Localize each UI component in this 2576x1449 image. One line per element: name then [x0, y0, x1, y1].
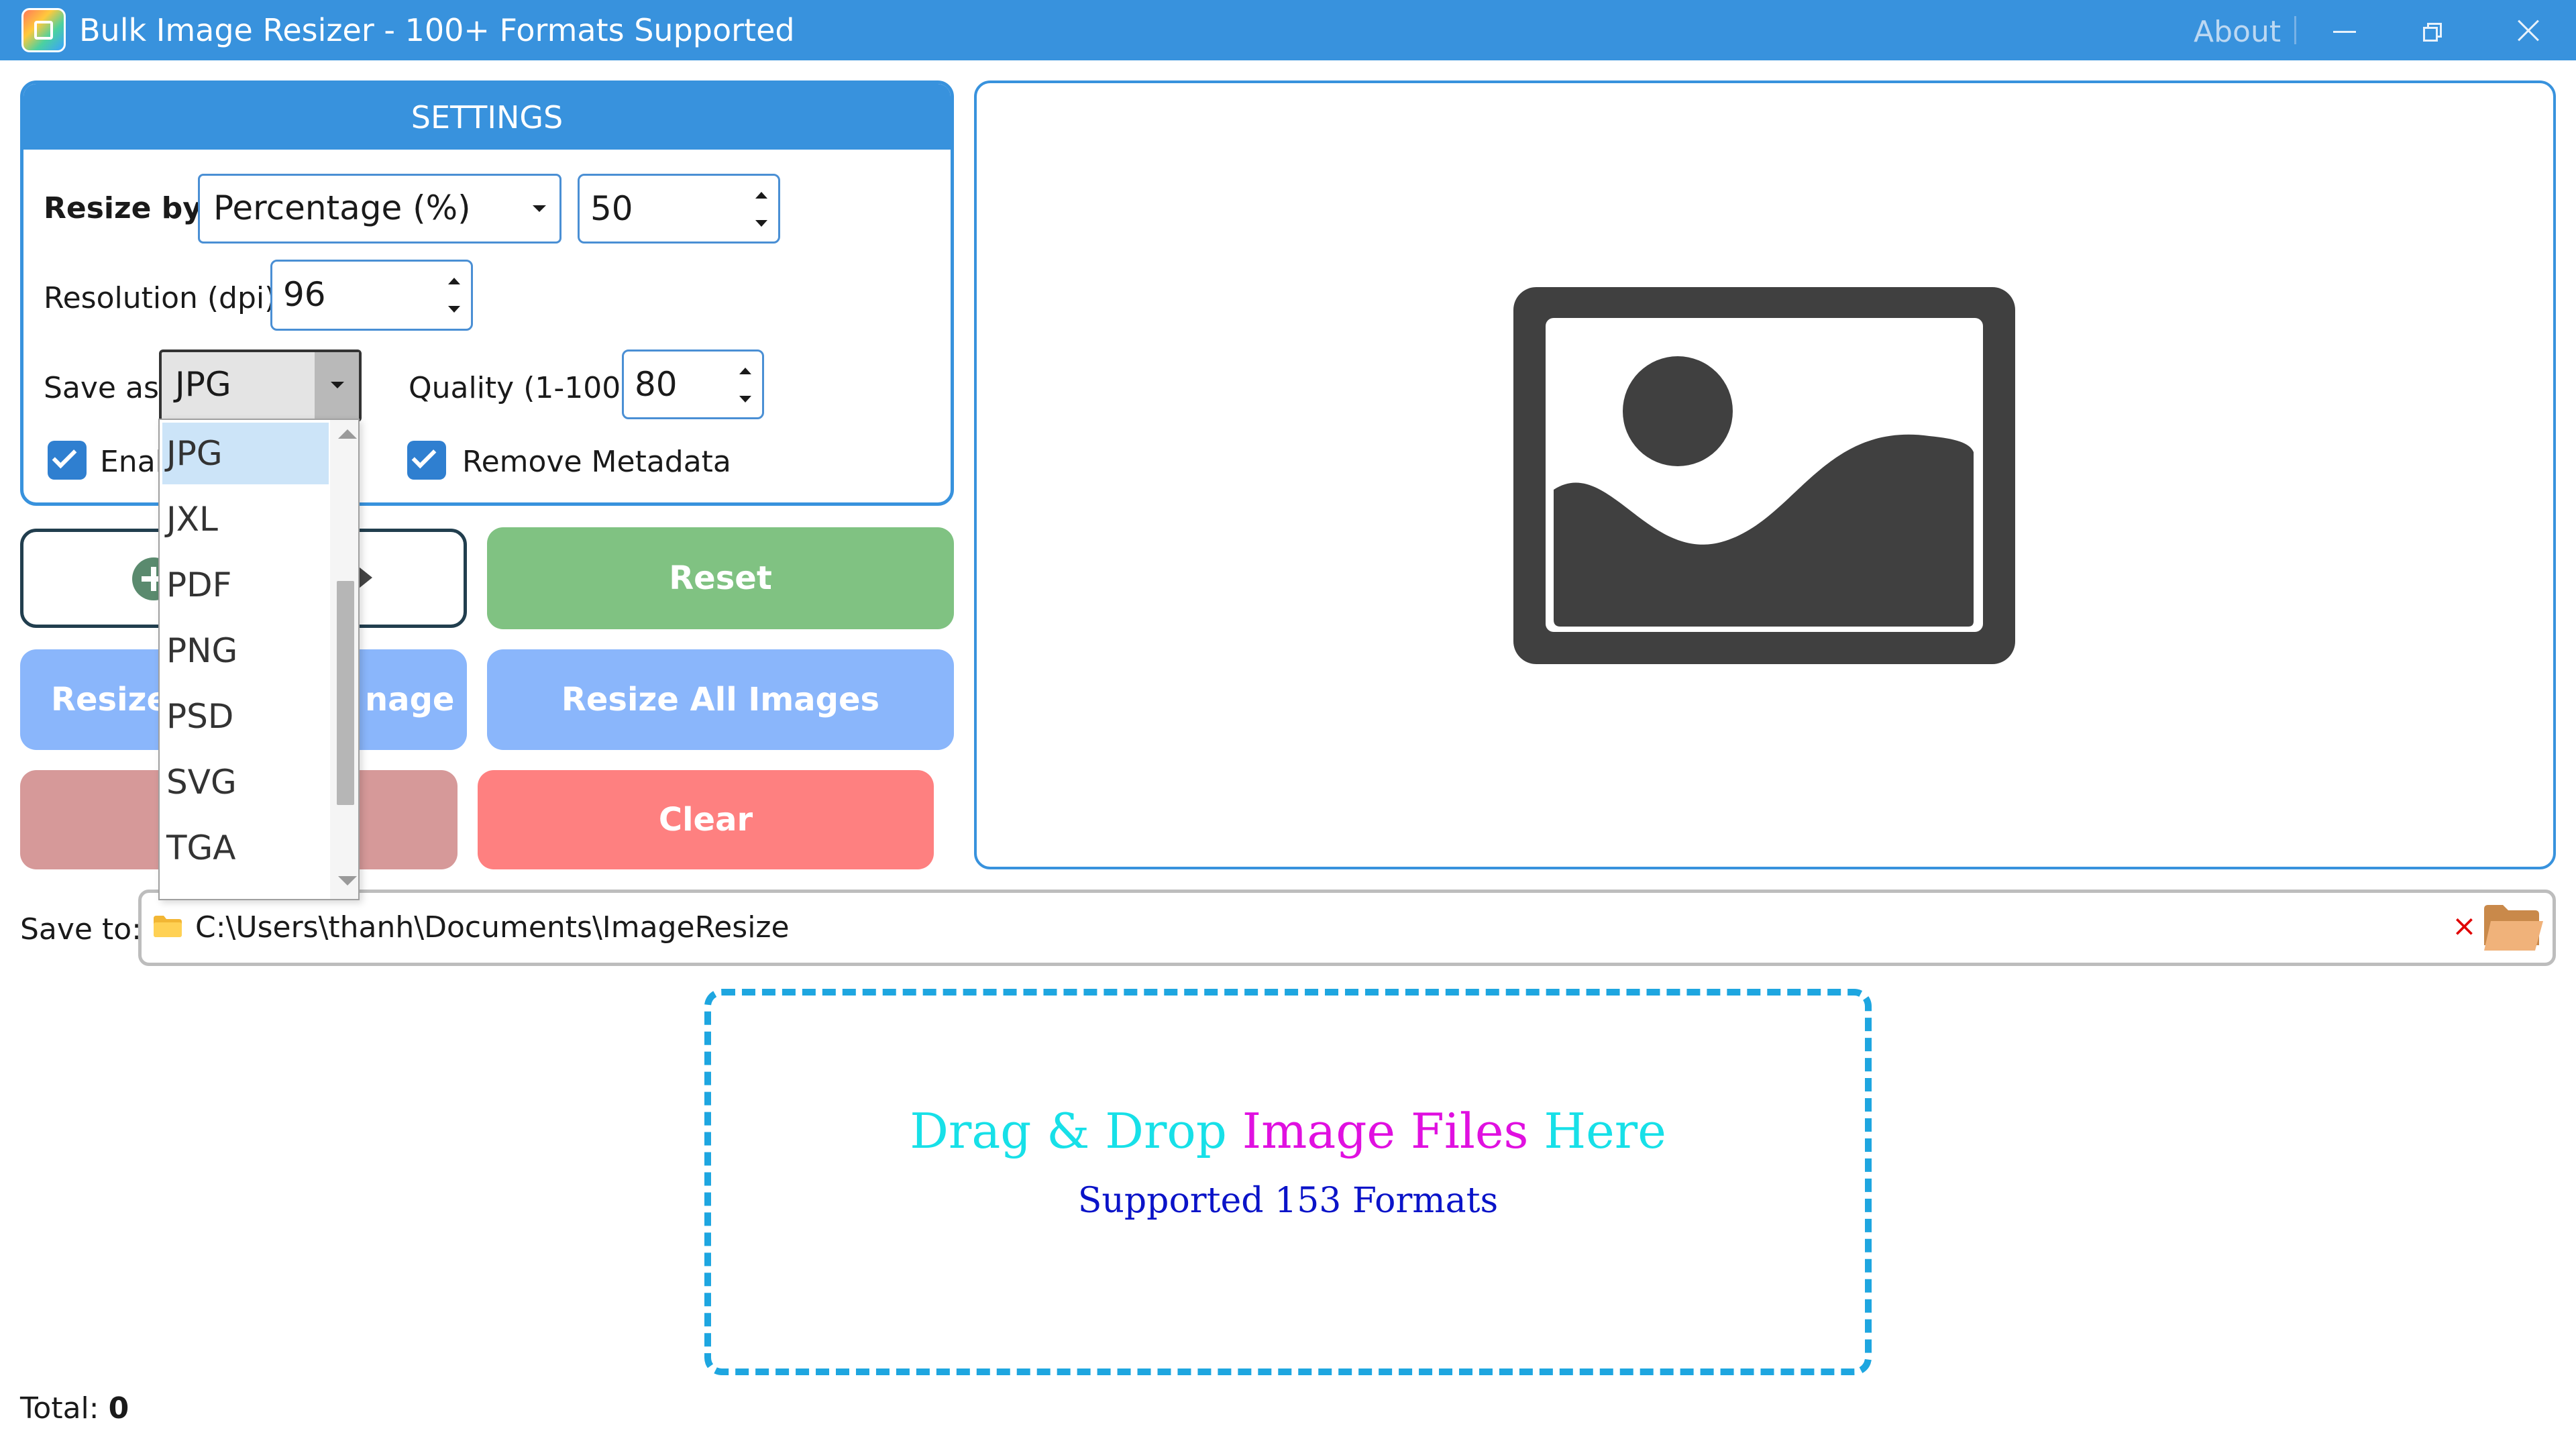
scroll-up-icon[interactable] — [338, 429, 357, 439]
minimize-icon — [2333, 31, 2356, 33]
resize-by-value: Percentage (%) — [213, 189, 471, 227]
drop-title-part1: Drag & Drop — [910, 1103, 1242, 1159]
spin-up-icon[interactable] — [448, 278, 460, 284]
resize-all-images-button[interactable]: Resize All Images — [487, 649, 954, 750]
close-button[interactable] — [2500, 9, 2557, 51]
drop-title-part3: Here — [1528, 1103, 1666, 1159]
spin-down-icon[interactable] — [448, 306, 460, 313]
format-option[interactable]: PSD — [162, 686, 329, 747]
resize-amount-value: 50 — [590, 189, 633, 228]
chevron-down-icon — [533, 205, 546, 212]
save-as-select[interactable]: JPG — [159, 350, 362, 422]
folder-icon — [154, 916, 182, 937]
about-link[interactable]: About — [2194, 12, 2281, 52]
resize-by-select[interactable]: Percentage (%) — [198, 174, 561, 244]
image-preview-panel — [974, 80, 2556, 869]
save-as-value: JPG — [175, 365, 231, 404]
minimize-button[interactable] — [2316, 9, 2373, 51]
total-label: Total: — [20, 1391, 109, 1426]
checkmark-icon — [52, 443, 77, 469]
format-option[interactable]: JPG — [162, 423, 329, 484]
app-logo-icon — [21, 8, 66, 52]
resize-image-label-right: nage — [365, 681, 455, 718]
save-to-label: Save to: — [20, 912, 142, 947]
resolution-stepper[interactable]: 96 — [270, 260, 473, 331]
resolution-label: Resolution (dpi): — [44, 281, 286, 315]
checkmark-icon — [411, 443, 437, 469]
spin-down-icon[interactable] — [739, 396, 751, 402]
quality-value: 80 — [635, 365, 678, 404]
save-as-label: Save as: — [44, 371, 169, 405]
save-path-field[interactable]: C:\Users\thanh\Documents\ImageResize × — [138, 890, 2556, 966]
quality-stepper[interactable]: 80 — [622, 350, 764, 419]
close-x-icon[interactable]: × — [2452, 908, 2477, 945]
format-option[interactable]: PDF — [162, 554, 329, 616]
format-option[interactable]: TGA — [162, 817, 329, 879]
spin-up-icon[interactable] — [739, 368, 751, 374]
reset-button[interactable]: Reset — [487, 527, 954, 629]
format-option[interactable]: JXL — [162, 488, 329, 550]
image-placeholder-icon — [1513, 287, 2015, 664]
save-path-text: C:\Users\thanh\Documents\ImageResize — [195, 910, 790, 945]
quality-label: Quality (1-100): — [409, 371, 643, 405]
title-bar: Bulk Image Resizer - 100+ Formats Suppor… — [0, 0, 2576, 60]
enable-checkbox[interactable] — [48, 441, 87, 480]
spin-up-icon[interactable] — [755, 192, 767, 199]
drop-zone-title: Drag & Drop Image Files Here — [711, 1103, 1865, 1159]
drop-zone-subtitle: Supported 153 Formats — [1077, 1181, 1499, 1221]
drop-zone[interactable]: Drag & Drop Image Files Here Supported 1… — [704, 989, 1872, 1375]
folder-open-icon[interactable] — [2483, 904, 2544, 952]
format-option[interactable]: SVG — [162, 751, 329, 813]
dropdown-scrollbar[interactable] — [330, 420, 358, 899]
spin-down-icon[interactable] — [755, 220, 767, 227]
scroll-down-icon[interactable] — [338, 876, 357, 885]
resolution-value: 96 — [283, 275, 326, 314]
remove-metadata-checkbox[interactable] — [407, 441, 446, 480]
total-value: 0 — [108, 1391, 129, 1426]
resize-by-label: Resize by: — [44, 191, 214, 225]
drop-title-part2: Image Files — [1242, 1103, 1529, 1159]
title-separator — [2294, 16, 2296, 44]
format-dropdown-list[interactable]: JPG JXL PDF PNG PSD SVG TGA — [158, 419, 360, 900]
clear-button[interactable]: Clear — [478, 770, 934, 869]
restore-button[interactable] — [2406, 9, 2463, 51]
window-title: Bulk Image Resizer - 100+ Formats Suppor… — [79, 12, 795, 48]
resize-amount-stepper[interactable]: 50 — [578, 174, 780, 244]
settings-header: SETTINGS — [23, 84, 951, 150]
total-count: Total: 0 — [20, 1390, 129, 1428]
scrollbar-thumb[interactable] — [337, 581, 354, 805]
remove-metadata-label: Remove Metadata — [462, 445, 731, 479]
resize-image-label-left: Resize — [51, 681, 169, 718]
dropdown-arrow-icon — [359, 567, 372, 588]
chevron-down-icon — [331, 382, 344, 388]
format-option[interactable]: PNG — [162, 620, 329, 682]
